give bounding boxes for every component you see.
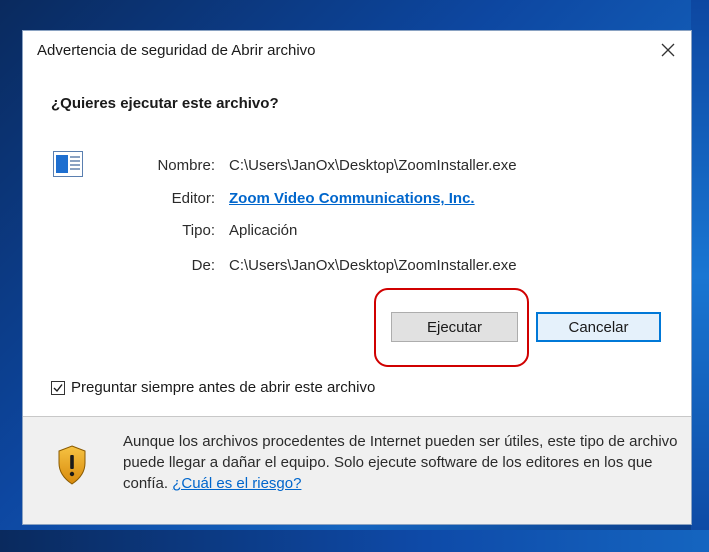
close-icon xyxy=(661,43,675,57)
warning-shield-icon xyxy=(58,445,86,485)
type-label: Tipo: xyxy=(182,222,215,239)
run-button[interactable]: Ejecutar xyxy=(391,312,518,342)
close-button[interactable] xyxy=(651,35,685,65)
risk-link[interactable]: ¿Cuál es el riesgo? xyxy=(172,475,301,492)
publisher-link[interactable]: Zoom Video Communications, Inc. xyxy=(229,190,475,207)
warning-text: Aunque los archivos procedentes de Inter… xyxy=(123,431,678,494)
checkmark-icon xyxy=(53,383,63,392)
security-warning-dialog: Advertencia de seguridad de Abrir archiv… xyxy=(22,30,692,525)
dialog-title: Advertencia de seguridad de Abrir archiv… xyxy=(37,42,316,59)
always-ask-label: Preguntar siempre antes de abrir este ar… xyxy=(71,379,376,396)
name-value: C:\Users\JanOx\Desktop\ZoomInstaller.exe xyxy=(229,157,517,174)
type-value: Aplicación xyxy=(229,222,298,239)
desktop-background xyxy=(691,0,709,552)
cancel-button[interactable]: Cancelar xyxy=(536,312,661,342)
title-bar: Advertencia de seguridad de Abrir archiv… xyxy=(23,31,691,71)
from-value: C:\Users\JanOx\Desktop\ZoomInstaller.exe xyxy=(229,257,517,274)
dialog-question: ¿Quieres ejecutar este archivo? xyxy=(51,95,279,112)
always-ask-checkbox[interactable] xyxy=(51,380,65,395)
always-ask-checkbox-row[interactable]: Preguntar siempre antes de abrir este ar… xyxy=(51,379,375,396)
dialog-content: ¿Quieres ejecutar este archivo? Nombre: … xyxy=(23,71,691,416)
name-label: Nombre: xyxy=(157,157,215,174)
warning-footer: Aunque los archivos procedentes de Inter… xyxy=(23,417,691,524)
desktop-background-bottom xyxy=(0,530,709,552)
from-label: De: xyxy=(191,257,215,274)
application-file-icon xyxy=(53,151,83,177)
publisher-label: Editor: xyxy=(171,190,215,207)
